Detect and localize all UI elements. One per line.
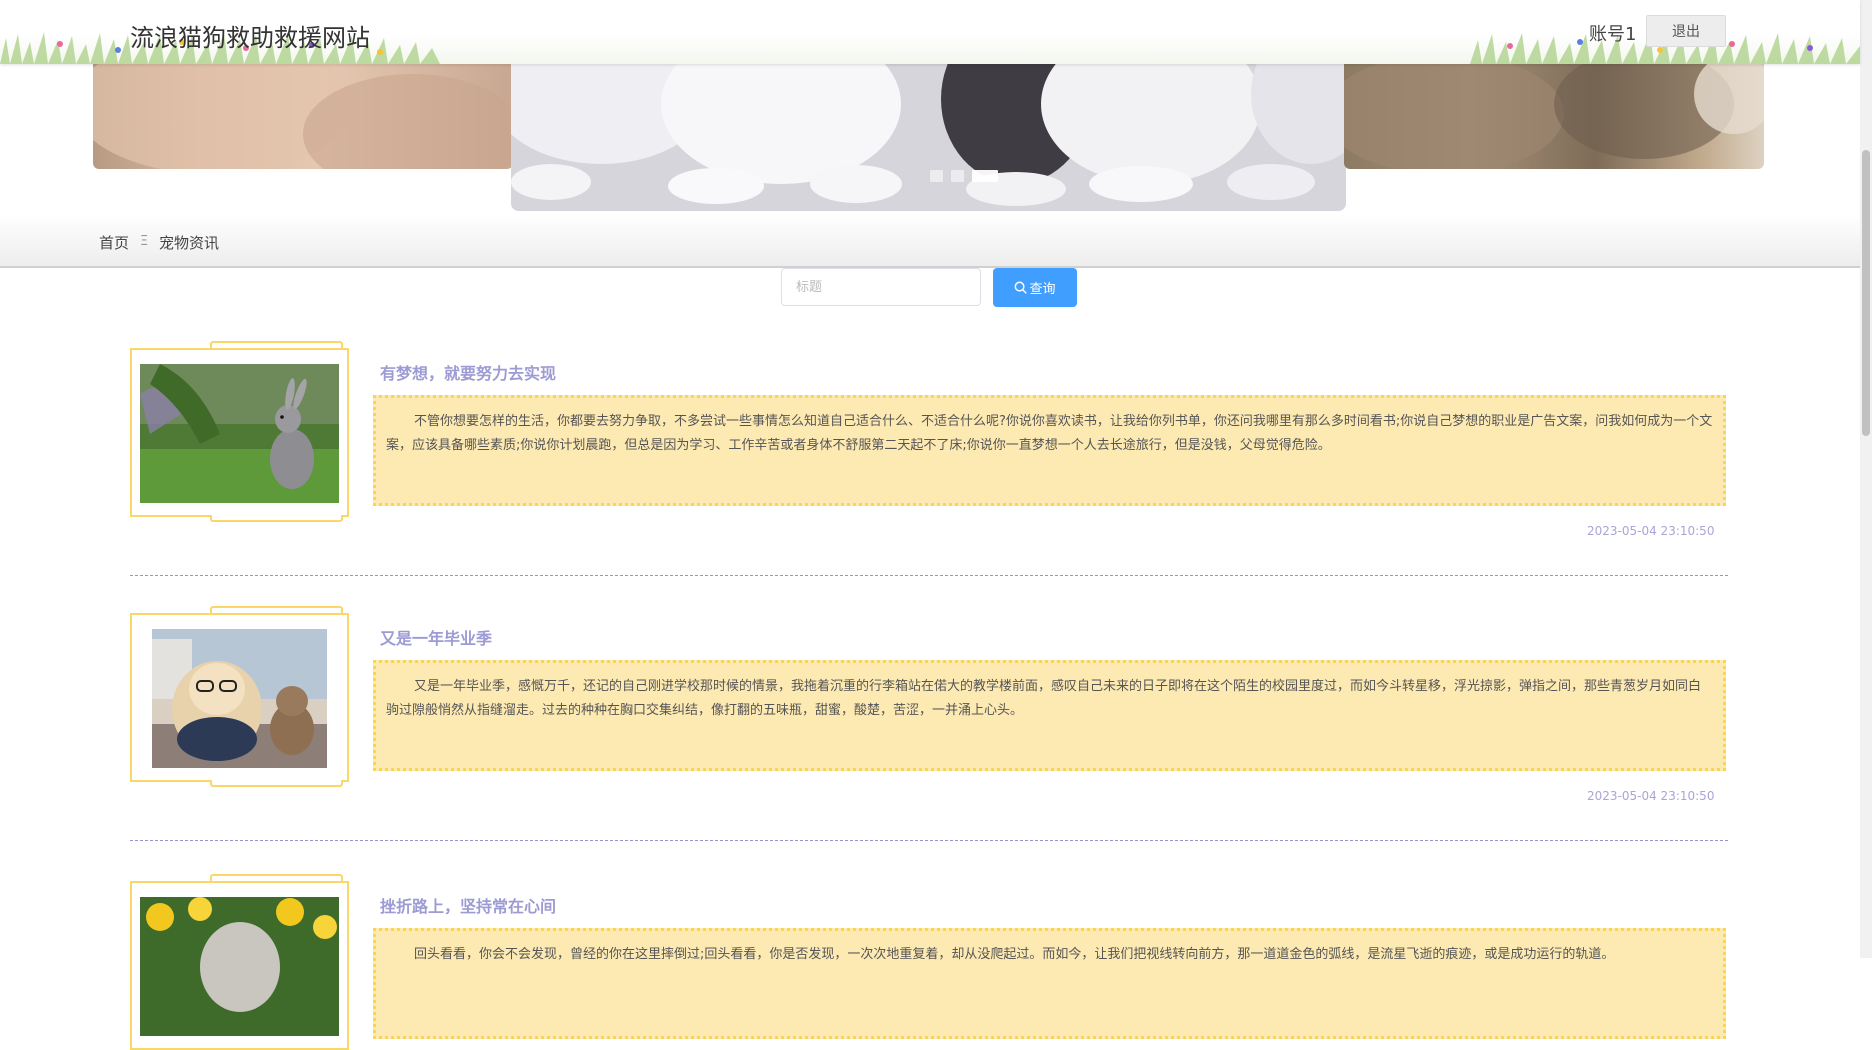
carousel-slide-next[interactable] xyxy=(1344,64,1764,169)
news-summary-text: 不管你想要怎样的生活，你都要去努力争取，不多尝试一些事情怎么知道自己适合什么、不… xyxy=(386,414,1713,453)
news-summary: 不管你想要怎样的生活，你都要去努力争取，不多尝试一些事情怎么知道自己适合什么、不… xyxy=(373,395,1726,506)
carousel-slide-active[interactable] xyxy=(511,64,1346,211)
rabbit-photo[interactable] xyxy=(140,364,339,503)
news-divider xyxy=(130,840,1728,841)
carousel-slide-previous[interactable] xyxy=(93,64,513,169)
frame-tab-bottom xyxy=(210,780,343,787)
news-summary-text: 又是一年毕业季，感慨万千，还记的自己刚进学校那时候的情景，我拖着沉重的行李箱站在… xyxy=(386,679,1702,718)
search-icon xyxy=(1015,281,1028,294)
news-thumbnail-frame xyxy=(130,613,349,782)
carousel-indicator-1[interactable] xyxy=(930,170,943,182)
breadcrumb-current: 宠物资讯 xyxy=(159,234,220,252)
frame-tab-top xyxy=(210,341,343,348)
logout-button[interactable]: 退出 xyxy=(1646,15,1726,47)
site-title: 流浪猫狗救助救援网站 xyxy=(130,24,370,52)
carousel-indicators xyxy=(930,170,998,182)
kittens-paws-image xyxy=(511,64,1346,211)
breadcrumb-separator: Ξ xyxy=(140,234,149,249)
banner-carousel xyxy=(0,64,1860,214)
news-date: 2023-05-04 23:10:50 xyxy=(1587,524,1715,538)
title-search-input[interactable] xyxy=(781,268,981,306)
news-date: 2023-05-04 23:10:50 xyxy=(1587,789,1715,803)
search-button[interactable]: 查询 xyxy=(993,268,1077,307)
frame-tab-top xyxy=(210,874,343,881)
breadcrumb: 首页 Ξ 宠物资讯 xyxy=(0,214,1860,268)
news-title[interactable]: 挫折路上，坚持常在心间 xyxy=(380,893,556,917)
account-name[interactable]: 账号1 xyxy=(1589,20,1636,46)
scrollbar-thumb[interactable] xyxy=(1862,150,1870,436)
site-header: 流浪猫狗救助救援网站 账号1 退出 xyxy=(0,0,1860,64)
cat-with-daffodils-photo[interactable] xyxy=(140,897,339,1036)
news-thumbnail-frame xyxy=(130,881,349,1050)
news-summary: 又是一年毕业季，感慨万千，还记的自己刚进学校那时候的情景，我拖着沉重的行李箱站在… xyxy=(373,660,1726,771)
rabbit-fur-image xyxy=(93,64,513,169)
carousel-indicator-2[interactable] xyxy=(951,170,964,182)
cat-fur-image xyxy=(1344,64,1764,169)
breadcrumb-home[interactable]: 首页 xyxy=(99,232,129,253)
news-summary: 回头看看，你会不会发现，曾经的你在这里摔倒过;回头看看，你是否发现，一次次地重复… xyxy=(373,928,1726,1039)
news-divider xyxy=(130,575,1728,576)
news-title[interactable]: 有梦想，就要努力去实现 xyxy=(380,360,556,384)
news-summary-text: 回头看看，你会不会发现，曾经的你在这里摔倒过;回头看看，你是否发现，一次次地重复… xyxy=(414,947,1615,962)
dog-and-cat-photo[interactable] xyxy=(152,629,327,768)
search-button-label: 查询 xyxy=(1029,282,1056,297)
news-thumbnail-frame xyxy=(130,348,349,517)
news-item[interactable]: 挫折路上，坚持常在心间 回头看看，你会不会发现，曾经的你在这里摔倒过;回头看看，… xyxy=(130,874,1728,1050)
news-title[interactable]: 又是一年毕业季 xyxy=(380,625,492,649)
frame-tab-bottom xyxy=(210,515,343,522)
carousel-indicator-3[interactable] xyxy=(972,170,998,182)
page-scrollbar[interactable] xyxy=(1860,0,1872,958)
frame-tab-top xyxy=(210,606,343,613)
